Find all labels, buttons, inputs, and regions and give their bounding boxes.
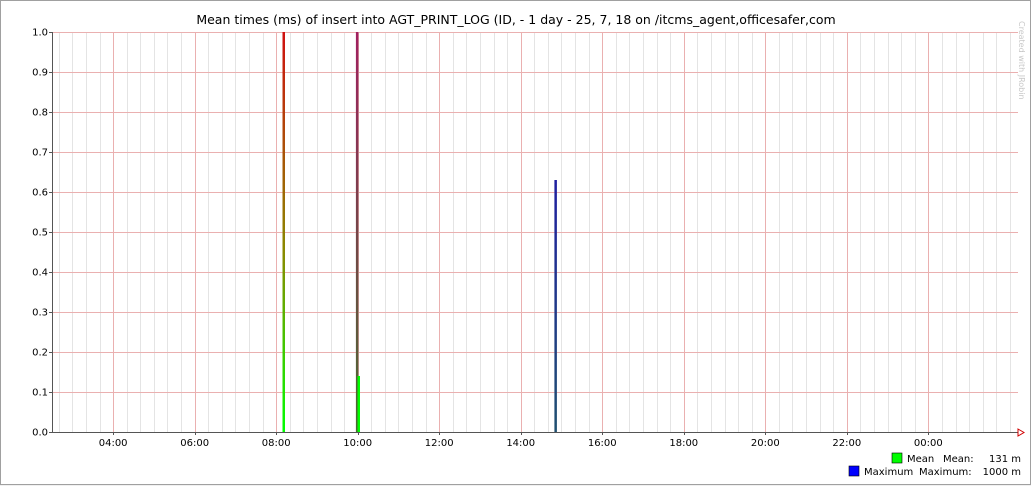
legend-stat-value-mean: 131 m bbox=[989, 454, 1021, 465]
y-tick-label: 0.4 bbox=[32, 268, 48, 279]
legend-stat-label-mean: Mean: bbox=[943, 454, 974, 465]
y-tick-label: 0.2 bbox=[32, 348, 48, 359]
y-tick-label: 1.0 bbox=[32, 28, 48, 39]
y-tick-label: 0.6 bbox=[32, 188, 48, 199]
x-tick-label: 16:00 bbox=[588, 438, 617, 449]
y-tick-label: 0.9 bbox=[32, 68, 48, 79]
y-tick-label: 0.7 bbox=[32, 148, 48, 159]
y-tick-label: 0.5 bbox=[32, 228, 48, 239]
data-bar bbox=[554, 180, 557, 432]
legend-swatch-maximum bbox=[848, 465, 860, 477]
chart-svg: 0.0 0.1 0.2 0.3 0.4 0.5 0.6 0.7 0.8 0.9 1.0 04:00 06… bbox=[32, 12, 1026, 478]
x-tick-label: 12:00 bbox=[425, 438, 454, 449]
x-tick-label: 00:00 bbox=[914, 438, 943, 449]
y-tick-label: 0.0 bbox=[32, 428, 48, 439]
legend-label-mean: Mean bbox=[907, 454, 934, 465]
x-tick-label: 06:00 bbox=[180, 438, 209, 449]
x-tick-label: 20:00 bbox=[751, 438, 780, 449]
data-bar bbox=[355, 32, 359, 432]
chart-panel: 0.0 0.1 0.2 0.3 0.4 0.5 0.6 0.7 0.8 0.9 1.0 04:00 06… bbox=[0, 0, 1031, 485]
x-tick-label: 10:00 bbox=[343, 438, 372, 449]
y-tick-label: 0.8 bbox=[32, 108, 48, 119]
legend-stat-value-maximum: 1000 m bbox=[983, 467, 1021, 478]
y-tick-label: 0.1 bbox=[32, 388, 48, 399]
legend-swatch-mean bbox=[891, 452, 903, 464]
y-tick-label: 0.3 bbox=[32, 308, 48, 319]
watermark-text: Created with JRobin bbox=[1017, 21, 1026, 100]
grid bbox=[52, 32, 1018, 433]
data-bar bbox=[357, 376, 360, 432]
chart-title: Mean times (ms) of insert into AGT_PRINT… bbox=[196, 12, 835, 27]
x-tick-label: 04:00 bbox=[99, 438, 128, 449]
legend-stat-label-maximum: Maximum: bbox=[919, 467, 972, 478]
legend-label-maximum: Maximum bbox=[864, 467, 913, 478]
x-axis-arrow bbox=[1017, 428, 1025, 437]
legend: Mean Mean: 131 m Maximum Maximum: 1000 m bbox=[848, 452, 1021, 478]
x-tick-label: 08:00 bbox=[262, 438, 291, 449]
data-bar bbox=[282, 32, 285, 432]
x-tick-label: 22:00 bbox=[832, 438, 861, 449]
x-tick-label: 18:00 bbox=[669, 438, 698, 449]
x-tick-label: 14:00 bbox=[506, 438, 535, 449]
